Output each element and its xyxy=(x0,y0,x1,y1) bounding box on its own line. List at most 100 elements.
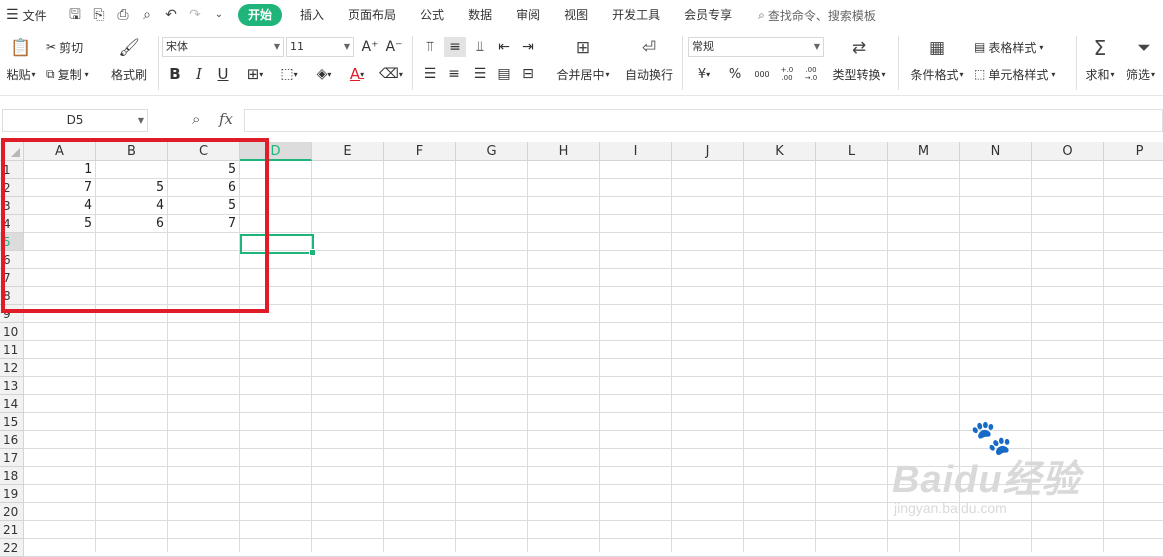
customize-dropdown-icon[interactable]: ⌄ xyxy=(210,6,228,24)
tab-view[interactable]: 视图 xyxy=(552,4,600,26)
tab-developer[interactable]: 开发工具 xyxy=(600,4,672,26)
redo-icon[interactable]: ↷ xyxy=(186,6,204,24)
distributed-icon[interactable]: ⊟ xyxy=(518,64,538,84)
undo-icon[interactable]: ↶ xyxy=(162,6,180,24)
indent-decrease-icon[interactable]: ⇤ xyxy=(494,37,514,57)
align-right-icon[interactable]: ☰ xyxy=(470,64,490,84)
italic-icon[interactable]: I xyxy=(190,64,208,84)
align-left-icon[interactable]: ☰ xyxy=(420,64,440,84)
align-top-icon[interactable]: ⫪ xyxy=(420,37,440,57)
underline-icon[interactable]: U xyxy=(214,64,232,84)
conditional-format-icon[interactable]: ▦ xyxy=(922,36,952,60)
paste-icon[interactable]: 📋 xyxy=(6,36,36,60)
function-icon[interactable]: fx xyxy=(219,110,233,128)
column-header-f[interactable]: F xyxy=(384,142,456,161)
currency-button[interactable]: ¥ ▾ xyxy=(690,64,718,84)
type-convert-button[interactable]: 类型转换 ▾ xyxy=(828,66,890,82)
column-header-g[interactable]: G xyxy=(456,142,528,161)
cell-style-button[interactable]: ⬚ 单元格样式 ▾ xyxy=(974,65,1070,83)
border-icon[interactable]: ⊞ ▾ xyxy=(240,64,270,84)
column-header-m[interactable]: M xyxy=(888,142,960,161)
column-header-l[interactable]: L xyxy=(816,142,888,161)
increase-decimal-button[interactable]: +.0 .00 xyxy=(776,64,798,84)
font-size-select[interactable]: 11 ▼ xyxy=(286,37,354,57)
font-color-icon[interactable]: A ▾ xyxy=(342,64,372,84)
row-header-13[interactable]: 13 xyxy=(0,377,24,395)
align-bottom-icon[interactable]: ⫫ xyxy=(470,37,490,57)
export-pdf-icon[interactable]: ⎘ xyxy=(90,6,108,24)
tab-page-layout[interactable]: 页面布局 xyxy=(336,4,408,26)
fill-color-icon[interactable]: ◈ ▾ xyxy=(308,64,340,84)
column-header-k[interactable]: K xyxy=(744,142,816,161)
tab-home[interactable]: 开始 xyxy=(238,4,283,26)
wrap-text-button[interactable]: 自动换行 xyxy=(622,66,676,82)
copy-button[interactable]: ⧉ 复制 ▾ xyxy=(46,65,102,83)
bold-icon[interactable]: B xyxy=(166,64,184,84)
row-header-18[interactable]: 18 xyxy=(0,467,24,485)
grid-line xyxy=(671,161,672,552)
tab-formulas[interactable]: 公式 xyxy=(408,4,456,26)
command-search[interactable]: ⌕ 查找命令、搜索模板 xyxy=(758,7,876,24)
row-header-11[interactable]: 11 xyxy=(0,341,24,359)
filter-button[interactable]: 筛选 ▾ xyxy=(1126,66,1163,82)
tab-insert[interactable]: 插入 xyxy=(288,4,336,26)
justify-icon[interactable]: ▤ xyxy=(494,64,514,84)
increase-font-icon[interactable]: A⁺ xyxy=(360,37,380,57)
conditional-format-button[interactable]: 条件格式 ▾ xyxy=(906,66,968,82)
merge-center-button[interactable]: 合并居中 ▾ xyxy=(550,66,616,82)
row-header-14[interactable]: 14 xyxy=(0,395,24,413)
format-painter-button[interactable]: 格式刷 xyxy=(106,66,152,82)
decrease-decimal-button[interactable]: .00 →.0 xyxy=(800,64,822,84)
column-header-h[interactable]: H xyxy=(528,142,600,161)
align-center-icon[interactable]: ≡ xyxy=(444,64,464,84)
tab-member[interactable]: 会员专享 xyxy=(672,4,744,26)
row-header-15[interactable]: 15 xyxy=(0,413,24,431)
column-header-p[interactable]: P xyxy=(1104,142,1163,161)
filter-icon[interactable]: ⏷ xyxy=(1130,36,1158,60)
cut-button[interactable]: ✂ 剪切 xyxy=(46,38,96,56)
font-name-select[interactable]: 宋体 ▼ xyxy=(162,37,284,57)
file-menu[interactable]: ☰ 文件 xyxy=(6,7,60,24)
row-header-22[interactable]: 22 xyxy=(0,539,24,557)
column-header-e[interactable]: E xyxy=(312,142,384,161)
brush-icon[interactable]: 🖌 xyxy=(112,36,146,60)
cell-style-icon: ⬚ xyxy=(974,67,986,81)
convert-icon[interactable]: ⇄ xyxy=(844,36,874,60)
sum-button[interactable]: 求和 ▾ xyxy=(1082,66,1118,82)
column-header-j[interactable]: J xyxy=(672,142,744,161)
print-preview-icon[interactable]: ⌕ xyxy=(138,6,156,24)
row-header-16[interactable]: 16 xyxy=(0,431,24,449)
save-icon[interactable]: 🖫 xyxy=(66,6,84,24)
formula-input[interactable] xyxy=(244,109,1163,132)
row-header-12[interactable]: 12 xyxy=(0,359,24,377)
sum-icon[interactable]: Σ xyxy=(1086,36,1114,60)
row-header-20[interactable]: 20 xyxy=(0,503,24,521)
grid-line xyxy=(599,161,600,552)
print-icon[interactable]: ⎙ xyxy=(114,6,132,24)
tab-review[interactable]: 审阅 xyxy=(504,4,552,26)
column-header-i[interactable]: I xyxy=(600,142,672,161)
wrap-text-icon[interactable]: ⏎ xyxy=(634,36,664,60)
cell-style-icon[interactable]: ⬚ ▾ xyxy=(274,64,304,84)
zoom-icon[interactable]: ⌕ xyxy=(192,110,200,128)
paste-button[interactable]: 粘贴 ▾ xyxy=(2,66,40,82)
name-box[interactable]: D5 ▼ xyxy=(2,109,148,132)
row-header-17[interactable]: 17 xyxy=(0,449,24,467)
decrease-font-icon[interactable]: A⁻ xyxy=(384,37,404,57)
number-format-select[interactable]: 常规 ▼ xyxy=(688,37,824,57)
eraser-icon[interactable]: ⌫ ▾ xyxy=(376,64,406,84)
thousands-button[interactable]: 000 xyxy=(750,64,774,84)
merge-icon[interactable]: ⊞ xyxy=(566,36,600,60)
column-header-o[interactable]: O xyxy=(1032,142,1104,161)
row-header-10[interactable]: 10 xyxy=(0,323,24,341)
column-header-n[interactable]: N xyxy=(960,142,1032,161)
tab-data[interactable]: 数据 xyxy=(456,4,504,26)
row-header-19[interactable]: 19 xyxy=(0,485,24,503)
search-icon: ⌕ xyxy=(758,7,765,22)
percent-button[interactable]: % xyxy=(724,64,746,84)
row-header-21[interactable]: 21 xyxy=(0,521,24,539)
table-style-icon: ▤ xyxy=(974,40,986,54)
table-style-button[interactable]: ▤ 表格样式 ▾ xyxy=(974,38,1058,56)
align-middle-icon[interactable]: ≡ xyxy=(444,37,466,57)
indent-increase-icon[interactable]: ⇥ xyxy=(518,37,538,57)
